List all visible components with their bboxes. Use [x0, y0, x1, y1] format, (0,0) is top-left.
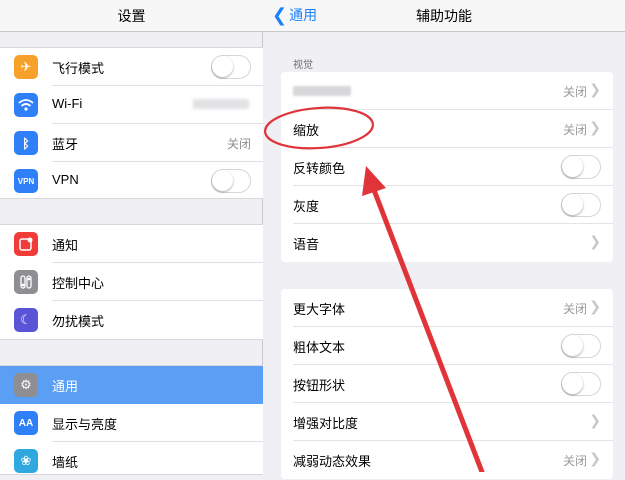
sidebar-item-label: 通知 [52, 238, 79, 253]
setting-label: 语音 [293, 237, 320, 252]
sidebar-group-notifications: 通知 控制中心 ☾ 勿扰模式 [0, 224, 263, 340]
sidebar-item-label: 显示与亮度 [52, 417, 118, 432]
chevron-right-icon: ❯ [589, 412, 601, 428]
setting-row-increase-contrast[interactable]: 增强对比度 ❯ [281, 403, 613, 441]
moon-icon: ☾ [14, 308, 38, 332]
setting-row-speech[interactable]: 语音 ❯ [281, 224, 613, 262]
bluetooth-icon: ᛒ [14, 131, 38, 155]
page-title: 辅助功能 [416, 8, 472, 24]
setting-value: 关闭 [562, 85, 587, 99]
sidebar-item-bluetooth[interactable]: ᛒ 蓝牙 关闭 [0, 124, 263, 162]
sidebar-item-general[interactable]: ⚙ 通用 [0, 366, 263, 404]
setting-label: 更大字体 [293, 302, 346, 317]
setting-row-invert-colors[interactable]: 反转颜色 [281, 148, 613, 186]
sidebar-item-do-not-disturb[interactable]: ☾ 勿扰模式 [0, 301, 263, 339]
chevron-right-icon: ❯ [589, 450, 601, 466]
display-icon: AA [14, 411, 38, 435]
invert-colors-switch[interactable] [561, 155, 601, 179]
sidebar-group-general: ⚙ 通用 AA 显示与亮度 ❀ 墙纸 [0, 365, 263, 475]
control-center-icon [14, 270, 38, 294]
vision-settings-group: 关闭 ❯ 缩放 关闭 ❯ 反转颜色 灰度 语音 ❯ [281, 72, 613, 262]
gear-icon: ⚙ [14, 373, 38, 397]
bold-text-switch[interactable] [561, 334, 601, 358]
sidebar-item-label: 控制中心 [52, 276, 105, 291]
bluetooth-status: 关闭 [226, 137, 251, 151]
sidebar-item-notifications[interactable]: 通知 [0, 225, 263, 263]
setting-row-reduce-motion[interactable]: 减弱动态效果 关闭 ❯ [281, 441, 613, 479]
sidebar-item-label: Wi-Fi [52, 96, 83, 111]
sidebar-group-connectivity: ✈ 飞行模式 Wi-Fi ᛒ 蓝牙 关闭 VPN VPN [0, 47, 263, 199]
redacted-label [293, 86, 351, 96]
sidebar-item-wallpaper[interactable]: ❀ 墙纸 [0, 442, 263, 480]
section-header-vision: 视觉 [293, 60, 313, 71]
wifi-icon [14, 93, 38, 117]
wallpaper-icon: ❀ [14, 449, 38, 473]
airplane-mode-switch[interactable] [211, 55, 251, 79]
setting-label: 按钮形状 [293, 378, 346, 393]
sidebar-title: 设置 [117, 8, 146, 24]
setting-row-redacted[interactable]: 关闭 ❯ [281, 72, 613, 110]
sidebar-item-label: 飞行模式 [52, 61, 105, 76]
sidebar-item-label: 墙纸 [52, 455, 79, 470]
chevron-right-icon: ❯ [589, 233, 601, 249]
sidebar-item-label: 通用 [52, 379, 79, 394]
setting-label: 粗体文本 [293, 340, 346, 355]
setting-label: 增强对比度 [293, 416, 359, 431]
sidebar-item-label: VPN [52, 172, 79, 187]
text-settings-group: 更大字体 关闭 ❯ 粗体文本 按钮形状 增强对比度 ❯ 减弱动态效果 关闭 ❯ [281, 289, 613, 479]
sidebar-item-wifi[interactable]: Wi-Fi [0, 86, 263, 124]
chevron-right-icon: ❯ [589, 81, 601, 97]
chevron-right-icon: ❯ [589, 298, 601, 314]
setting-label: 灰度 [293, 199, 320, 214]
sidebar-item-label: 勿扰模式 [52, 314, 105, 329]
grayscale-switch[interactable] [561, 193, 601, 217]
sidebar-item-display-brightness[interactable]: AA 显示与亮度 [0, 404, 263, 442]
sidebar-item-vpn[interactable]: VPN VPN [0, 162, 263, 200]
setting-label: 反转颜色 [293, 161, 346, 176]
setting-row-grayscale[interactable]: 灰度 [281, 186, 613, 224]
sidebar-item-control-center[interactable]: 控制中心 [0, 263, 263, 301]
setting-label: 减弱动态效果 [293, 454, 372, 469]
setting-row-larger-text[interactable]: 更大字体 关闭 ❯ [281, 289, 613, 327]
setting-row-button-shapes[interactable]: 按钮形状 [281, 365, 613, 403]
setting-value: 关闭 [562, 454, 587, 468]
wifi-network-name-redacted [193, 99, 249, 109]
airplane-icon: ✈ [14, 55, 38, 79]
setting-row-bold-text[interactable]: 粗体文本 [281, 327, 613, 365]
chevron-right-icon: ❯ [589, 119, 601, 135]
notification-icon [14, 232, 38, 256]
vpn-icon: VPN [14, 169, 38, 193]
setting-label: 缩放 [293, 123, 320, 138]
vpn-switch[interactable] [211, 169, 251, 193]
setting-value: 关闭 [562, 123, 587, 137]
button-shapes-switch[interactable] [561, 372, 601, 396]
sidebar-item-airplane-mode[interactable]: ✈ 飞行模式 [0, 48, 263, 86]
setting-value: 关闭 [562, 302, 587, 316]
setting-row-zoom[interactable]: 缩放 关闭 ❯ [281, 110, 613, 148]
sidebar-item-label: 蓝牙 [52, 137, 79, 152]
